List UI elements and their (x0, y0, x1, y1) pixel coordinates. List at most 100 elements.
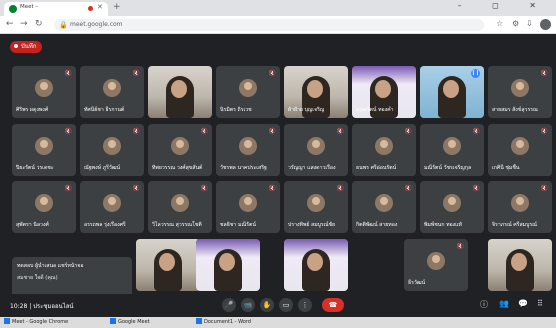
person-face (511, 253, 527, 271)
participant-name: ธีรวัฒน์ (408, 280, 426, 286)
mic-off-icon: 🔇 (472, 128, 480, 135)
raise-hand-button[interactable]: ✋ (260, 298, 274, 312)
end-call-button[interactable]: ☎ (322, 298, 344, 312)
mic-off-icon: 🔇 (64, 70, 72, 77)
meet-icon (110, 318, 116, 324)
taskbar-item-meet[interactable]: Google Meet (110, 318, 150, 327)
forward-arrow-icon[interactable]: → (20, 19, 28, 29)
participant-name: ศิริพร ผดุงพงศ์ (16, 107, 49, 113)
extension-icon[interactable]: ⚙ (512, 19, 519, 28)
taskbar-item-word[interactable]: Document1 - Word (196, 318, 251, 327)
star-icon[interactable]: ☆ (496, 19, 503, 28)
participant-tile[interactable]: ❙❙ (420, 66, 484, 118)
activities-icon[interactable]: ⠿ (537, 299, 543, 308)
recording-badge: บันทึก (10, 41, 42, 53)
participant-tile[interactable]: 🔇 พิมพ์ชนก ทองแท้ (420, 181, 484, 233)
url-text: meet.google.com (70, 21, 123, 28)
avatar (35, 137, 53, 155)
participant-tile[interactable]: ผ้าฝ้าย บุญเจริญ (284, 66, 348, 118)
avatar (427, 252, 445, 270)
person-face (375, 80, 391, 98)
participant-tile[interactable]: 🔇 ทัศนีย์ชา ธีรกานต์ (80, 66, 144, 118)
participant-tile[interactable]: 🔇 จิราภรณ์ ศรีสมบูรณ์ (488, 181, 552, 233)
participant-tile[interactable]: 🔇 วรัญญา แสงดาวเรือง (284, 124, 348, 176)
participant-tile[interactable]: 🔇 ทิพยวรรณ วงศ์สุขสันต์ (148, 124, 212, 176)
taskbar-item-chrome[interactable]: Meet - Google Chrome (4, 318, 68, 327)
participant-name: ชลธิชา มณีรัตน์ (220, 222, 256, 228)
lock-icon: 🔒 (59, 21, 68, 29)
camera-button[interactable]: 📹 (241, 298, 255, 312)
more-options-button[interactable]: ⋮ (298, 298, 312, 312)
person-face (443, 80, 459, 98)
recording-label: บันทึก (21, 43, 37, 50)
participant-tile[interactable]: 🔇 ศิริพร ผดุงพงศ์ (12, 66, 76, 118)
avatar (511, 137, 529, 155)
participant-tile[interactable]: 🔇 เกศินี ชุ่มชื่น (488, 124, 552, 176)
avatar (375, 194, 393, 212)
participant-tile[interactable] (196, 239, 260, 291)
avatar (103, 137, 121, 155)
participant-tile[interactable]: 🔇 สุพัตรา นิลวงศ์ (12, 181, 76, 233)
avatar (35, 194, 53, 212)
person-face (307, 80, 323, 98)
participant-name: ปิยะรัตน์ วรเดชะ (16, 165, 54, 171)
people-icon[interactable]: 👥 (499, 299, 509, 308)
participant-tile[interactable] (148, 66, 212, 118)
chat-icon[interactable]: 💬 (518, 299, 528, 308)
participant-name: พิมพ์ชนก ทองแท้ (424, 222, 462, 228)
recording-dot-icon (14, 44, 18, 48)
mic-off-icon: 🔇 (540, 185, 548, 192)
participant-tile[interactable] (488, 239, 552, 291)
participant-tile[interactable]: 🔇 มณีรัตน์ วัชรเจริญกุล (420, 124, 484, 176)
person-face (219, 253, 235, 271)
participant-name: จิราภรณ์ ศรีสมบูรณ์ (492, 222, 537, 228)
participant-tile[interactable] (284, 239, 348, 291)
meet-favicon-icon (9, 5, 17, 13)
participant-name: มณีรัตน์ วัชรเจริญกุล (424, 165, 472, 171)
avatar (511, 194, 529, 212)
presenting-notification: ทดสอบ ผู้นำเสนอ แชร์หน้าจอ สมชาย ใจดี (ค… (12, 257, 132, 297)
participant-tile[interactable]: 🔇 กิตติพัฒน์ สายทอง (352, 181, 416, 233)
download-icon[interactable]: ⇩ (526, 19, 533, 28)
participant-tile[interactable]: 🔇 ณัฐพงษ์ ภูรีวัฒน์ (80, 124, 144, 176)
browser-tab-meet[interactable]: Meet – ✕ (4, 2, 108, 16)
info-icon[interactable]: ⓘ (480, 299, 488, 310)
participant-tile[interactable]: 🔇 ชลธิชา มณีรัตน์ (216, 181, 280, 233)
word-icon (196, 318, 202, 324)
tab-title: Meet – (20, 4, 39, 10)
back-arrow-icon[interactable]: ← (6, 19, 14, 29)
avatar (103, 79, 121, 97)
profile-avatar-icon[interactable] (540, 19, 551, 30)
present-button[interactable]: ▭ (279, 298, 293, 312)
mic-off-icon: 🔇 (268, 185, 276, 192)
participant-name: วิไลวรรณ สุวรรณโชติ (152, 222, 202, 228)
participant-tile[interactable]: 🔇 นิรมิตร ถิรเวช (216, 66, 280, 118)
participant-tile[interactable] (136, 239, 200, 291)
participant-tile[interactable]: 🔇 ปรางทิพย์ สมบูรณ์ชัย (284, 181, 348, 233)
mic-off-icon: 🔇 (540, 128, 548, 135)
os-taskbar: Meet - Google Chrome Google Meet Documen… (0, 317, 556, 328)
participant-name: วรัญญา แสงดาวเรือง (288, 165, 336, 171)
address-bar: ← → ↻ 🔒 meet.google.com ☆ ⚙ ⇩ (0, 16, 556, 34)
participant-name: สุพัตรา นิลวงศ์ (16, 222, 49, 228)
participant-tile[interactable]: 🔇 ปิยะรัตน์ วรเดชะ (12, 124, 76, 176)
participant-tile[interactable]: 🔇 ธีรวัฒน์ (404, 239, 468, 291)
window-controls[interactable]: – ◻ ✕ (458, 1, 550, 10)
meet-stage: บันทึก 🔇 ศิริพร ผดุงพงศ์ 🔇 ทัศนีย์ชา ธีรกาน… (0, 35, 556, 317)
avatar (307, 137, 325, 155)
participant-tile[interactable]: 🔇 วิไลวรรณ สุวรรณโชติ (148, 181, 212, 233)
participant-tile[interactable]: 🔇 วัชรพล นาคประเสริฐ (216, 124, 280, 176)
recording-tab-icon (88, 6, 93, 11)
participant-tile[interactable]: 🔇 ธนพร ศรีอ่อนรัตน์ (352, 124, 416, 176)
new-tab-icon[interactable]: + (113, 2, 121, 12)
participant-tile[interactable]: 🔇 สายสมร สังข์สุวรรณ (488, 66, 552, 118)
participant-name: นิรมิตร ถิรเวช (220, 107, 252, 113)
avatar (443, 137, 461, 155)
url-input[interactable]: 🔒 meet.google.com (54, 19, 484, 31)
mic-off-icon: 🔇 (268, 128, 276, 135)
tab-close-icon[interactable]: ✕ (97, 3, 103, 11)
participant-tile[interactable]: อรุณรัตน์ ทองคำ (352, 66, 416, 118)
reload-icon[interactable]: ↻ (35, 19, 43, 29)
microphone-button[interactable]: 🎤 (222, 298, 236, 312)
participant-tile[interactable]: 🔇 อรรถพล รุ่งเรืองศรี (80, 181, 144, 233)
